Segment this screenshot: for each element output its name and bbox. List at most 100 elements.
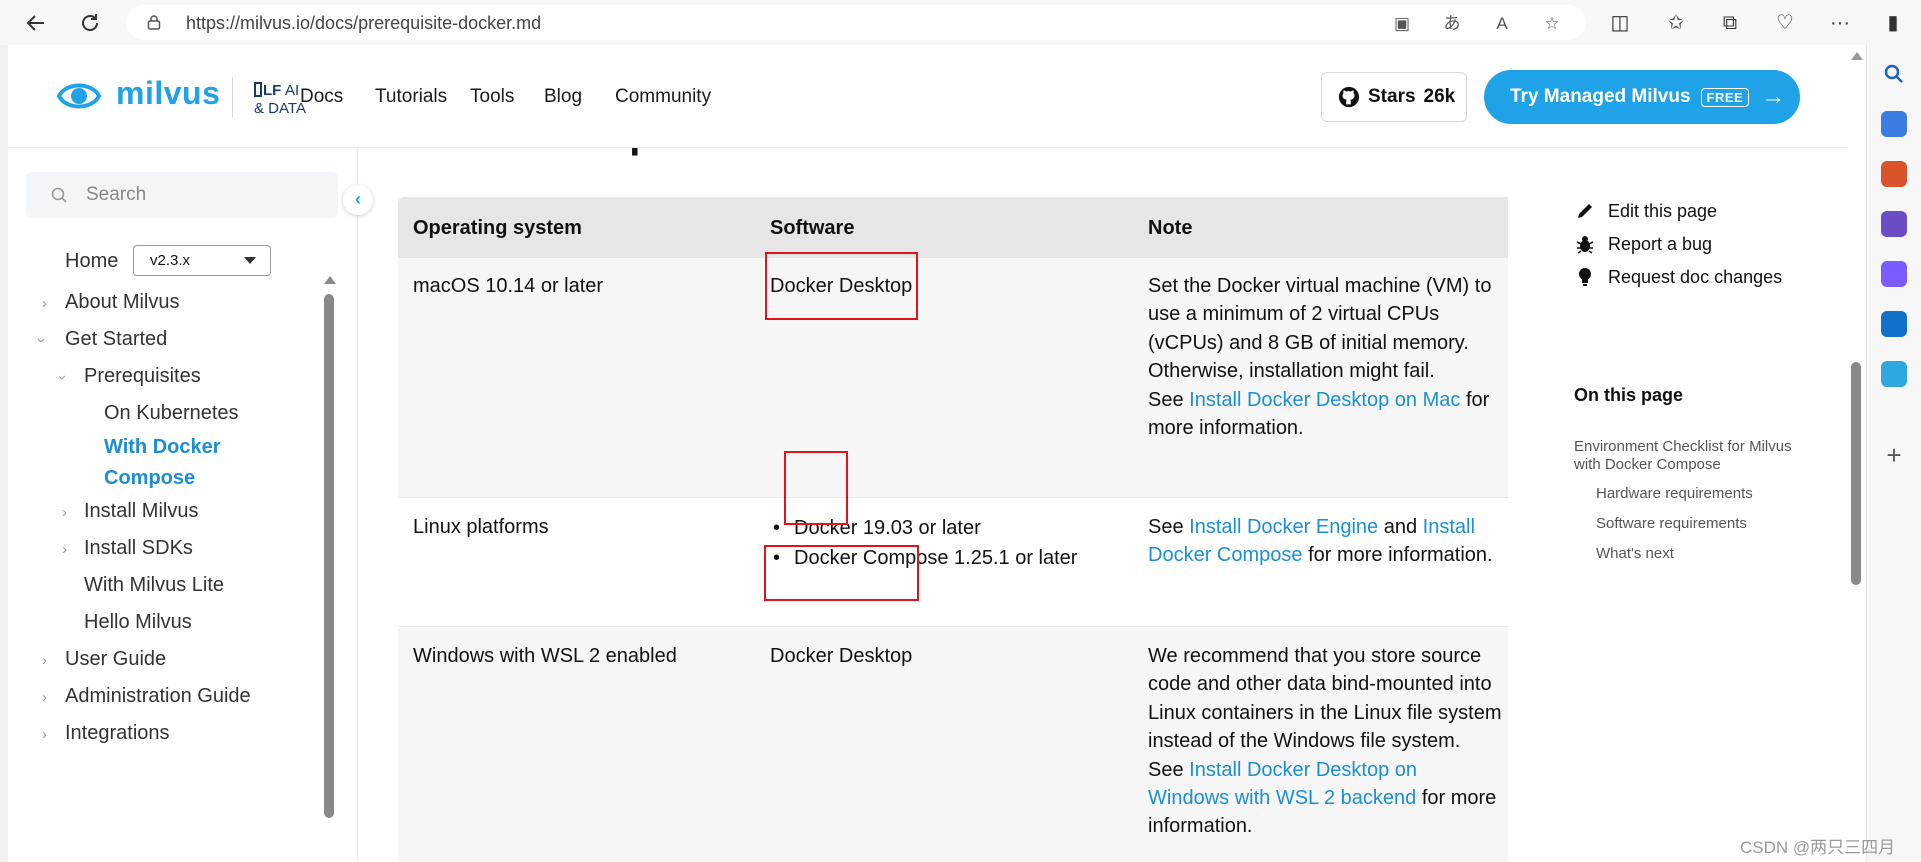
note-see: See <box>1148 516 1184 538</box>
outlook-icon[interactable] <box>1881 311 1907 337</box>
sidebar-item-integrations[interactable]: Integrations <box>65 722 170 745</box>
more-options-icon[interactable]: ··· <box>1827 10 1853 36</box>
cell-os: macOS 10.14 or later <box>413 275 604 297</box>
sidebar-toggle-icon[interactable]: ▮ <box>1880 10 1906 36</box>
games-icon[interactable] <box>1881 211 1907 237</box>
page-scroll-up-arrow-icon[interactable] <box>1851 52 1863 60</box>
collapse-sidebar-button[interactable]: ‹ <box>343 185 373 215</box>
edit-this-page-link[interactable]: Edit this page <box>1574 200 1717 222</box>
install-docker-desktop-windows-link[interactable]: Install Docker Desktop on Windows with W… <box>1148 759 1417 809</box>
cell-note: Set the Docker virtual machine (VM) to u… <box>1148 272 1503 442</box>
sidebar-item-with-docker-compose[interactable]: With Docker Compose <box>104 432 254 494</box>
highlight-box <box>784 451 848 525</box>
url-text[interactable]: https://milvus.io/docs/prerequisite-dock… <box>186 13 541 34</box>
copilot-icon[interactable] <box>1881 261 1907 287</box>
sidebar-item-with-milvus-lite[interactable]: With Milvus Lite <box>84 574 224 597</box>
on-this-page-title: On this page <box>1574 385 1684 405</box>
chevron-right-icon[interactable]: › <box>42 652 47 669</box>
collections-icon[interactable]: ⧉ <box>1717 10 1743 36</box>
chevron-right-icon[interactable]: › <box>42 689 47 706</box>
tools-briefcase-icon[interactable] <box>1881 161 1907 187</box>
add-icon[interactable]: + <box>1881 442 1907 468</box>
free-badge: FREE <box>1700 87 1750 107</box>
chevron-right-icon[interactable]: › <box>42 295 47 312</box>
read-aloud-icon[interactable]: A <box>1492 14 1512 34</box>
address-bar[interactable]: https://milvus.io/docs/prerequisite-dock… <box>126 5 1586 40</box>
sidebar-item-install-sdks[interactable]: Install SDKs <box>84 537 193 560</box>
sidebar-item-about-milvus[interactable]: About Milvus <box>65 291 180 314</box>
chevron-down-icon[interactable]: › <box>33 338 50 343</box>
nav-community[interactable]: Community <box>615 86 711 108</box>
sidebar-item-user-guide[interactable]: User Guide <box>65 648 166 671</box>
highlight-box <box>764 545 919 601</box>
svg-text:& DATA: & DATA <box>254 100 306 115</box>
table-header-row: Operating system Software Note <box>398 197 1508 258</box>
search-icon[interactable] <box>1881 61 1907 87</box>
translate-icon[interactable]: あ <box>1442 14 1462 34</box>
version-value: v2.3.x <box>150 252 191 269</box>
nav-docs[interactable]: Docs <box>300 86 343 108</box>
sidebar-item-hello-milvus[interactable]: Hello Milvus <box>84 611 192 634</box>
note-after: for more information. <box>1308 544 1493 567</box>
cell-note: We recommend that you store source code … <box>1148 642 1503 841</box>
favorite-star-icon[interactable]: ☆ <box>1542 14 1562 34</box>
screen: https://milvus.io/docs/prerequisite-dock… <box>0 0 1921 862</box>
chevron-down-icon[interactable]: › <box>54 375 71 380</box>
toc-link-whats-next[interactable]: What's next <box>1596 545 1674 563</box>
send-icon[interactable] <box>1881 361 1907 387</box>
request-doc-changes-link[interactable]: Request doc changes <box>1574 266 1782 288</box>
column-header-software: Software <box>770 217 855 239</box>
nav-blog[interactable]: Blog <box>544 86 582 108</box>
milvus-logo-icon[interactable] <box>56 78 102 114</box>
favorites-icon[interactable]: ✩ <box>1663 10 1689 36</box>
scroll-up-arrow-icon[interactable] <box>324 276 336 284</box>
bug-label: Report a bug <box>1608 233 1713 254</box>
lock-icon <box>147 15 161 30</box>
main-content: Software requirements Operating system S… <box>368 148 1508 862</box>
refresh-icon[interactable] <box>74 7 106 39</box>
site-header: milvus LF AI & DATA Docs Tutorials Tools… <box>8 45 1848 148</box>
arrow-right-icon: → <box>1761 83 1786 110</box>
toc-link-software-requirements[interactable]: Software requirements <box>1596 515 1747 533</box>
toc-link-hardware-requirements[interactable]: Hardware requirements <box>1596 485 1753 503</box>
split-screen-icon[interactable]: ◫ <box>1607 10 1633 36</box>
cell-note: See Install Docker Engine and Install Do… <box>1148 513 1508 570</box>
install-docker-engine-link[interactable]: Install Docker Engine <box>1189 516 1378 538</box>
milvus-wordmark[interactable]: milvus <box>116 75 220 112</box>
sidebar-item-get-started[interactable]: Get Started <box>65 328 167 351</box>
pencil-icon <box>1578 204 1592 218</box>
table-row: Windows with WSL 2 enabled Docker Deskto… <box>398 628 1508 862</box>
sidebar-scrollbar-thumb[interactable] <box>324 294 334 818</box>
browser-essentials-icon[interactable]: ♡ <box>1772 10 1798 36</box>
install-docker-desktop-mac-link[interactable]: Install Docker Desktop on Mac <box>1189 389 1460 411</box>
github-stars-button[interactable]: Stars 26k <box>1321 72 1467 122</box>
sidebar-item-administration-guide[interactable]: Administration Guide <box>65 685 251 708</box>
sidebar-item-install-milvus[interactable]: Install Milvus <box>84 500 198 523</box>
back-arrow-icon[interactable] <box>20 7 52 39</box>
chevron-right-icon[interactable]: › <box>62 504 67 521</box>
nav-tools[interactable]: Tools <box>470 86 514 108</box>
watermark: CSDN @两只三四月 <box>1740 838 1896 857</box>
page-scrollbar-thumb[interactable] <box>1851 362 1861 585</box>
toc-link-environment-checklist[interactable]: Environment Checklist for Milvus with Do… <box>1574 438 1794 474</box>
note-text: We recommend that you store source code … <box>1148 645 1502 753</box>
chevron-right-icon[interactable]: › <box>62 541 67 558</box>
docs-sidebar: Search Home v2.3.x › About Milvus › Get … <box>8 148 358 862</box>
version-select[interactable]: v2.3.x <box>133 245 271 276</box>
sidebar-item-prerequisites[interactable]: Prerequisites <box>84 365 201 388</box>
lightbulb-icon <box>1579 268 1591 286</box>
caret-down-icon <box>244 257 256 264</box>
sidebar-home-link[interactable]: Home <box>65 250 118 273</box>
cell-os: Linux platforms <box>413 516 549 538</box>
stars-count: 26k <box>1423 86 1456 107</box>
search-input[interactable]: Search <box>26 172 338 218</box>
search-icon <box>51 187 67 203</box>
report-a-bug-link[interactable]: Report a bug <box>1574 233 1712 255</box>
shopping-tag-icon[interactable] <box>1881 111 1907 137</box>
table-row: macOS 10.14 or later Docker Desktop Set … <box>398 258 1508 498</box>
sidebar-item-on-kubernetes[interactable]: On Kubernetes <box>104 402 239 425</box>
chevron-right-icon[interactable]: › <box>42 726 47 743</box>
app-available-icon[interactable]: ▣ <box>1392 14 1412 34</box>
nav-tutorials[interactable]: Tutorials <box>375 86 447 108</box>
try-managed-milvus-button[interactable]: Try Managed Milvus FREE → <box>1484 70 1800 124</box>
